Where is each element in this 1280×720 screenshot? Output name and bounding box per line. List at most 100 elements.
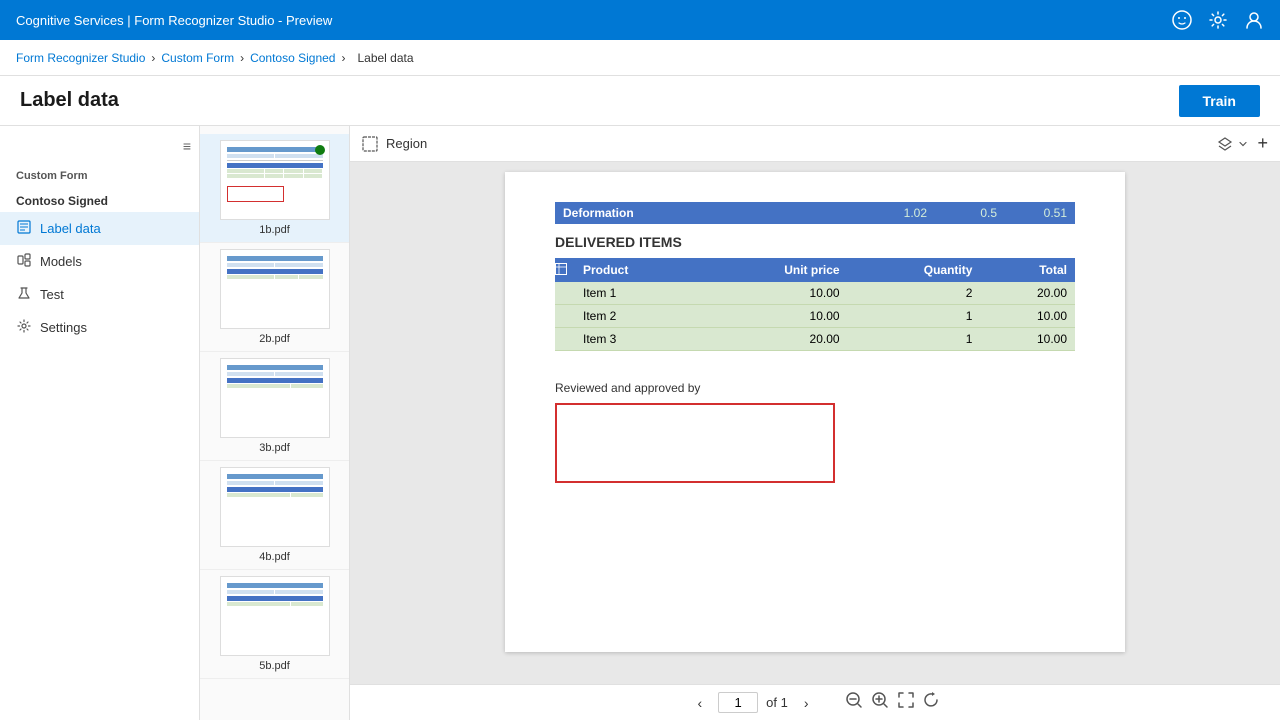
sidebar-item-label-data-label: Label data: [40, 221, 101, 236]
topbar-icons: [1172, 10, 1264, 30]
zoom-in-button[interactable]: [871, 691, 889, 714]
table-row-item1: Item 1 10.00 2 20.00: [555, 282, 1075, 305]
sidebar-item-models-label: Models: [40, 254, 82, 269]
region-toolbar-left: Region: [362, 136, 427, 152]
table-row-item1-qty: 2: [848, 282, 981, 305]
main-layout: ≡ Custom Form Contoso Signed Label data: [0, 126, 1280, 720]
document-scroll[interactable]: Deformation 1.02 0.5 0.51 DELIVERED ITEM…: [350, 162, 1280, 684]
table-header-total: Total: [980, 258, 1075, 282]
breadcrumb-custom-form[interactable]: Custom Form: [161, 51, 234, 65]
file-name-3b: 3b.pdf: [208, 442, 341, 454]
table-row-item3-total: 10.00: [980, 328, 1075, 351]
region-toolbar-right: +: [1217, 133, 1268, 154]
items-table: Product Unit price Quantity Total Item 1…: [555, 258, 1075, 351]
region-label: Region: [386, 136, 427, 151]
breadcrumb-sep-1: ›: [151, 51, 155, 65]
file-name-5b: 5b.pdf: [208, 660, 341, 672]
settings-icon[interactable]: [1208, 10, 1228, 30]
deformation-row: Deformation 1.02 0.5 0.51: [555, 202, 1075, 224]
table-row-item2-qty: 1: [848, 305, 981, 328]
file-item-3b[interactable]: 3b.pdf: [200, 352, 349, 461]
sidebar-item-test-label: Test: [40, 287, 64, 302]
next-page-button[interactable]: ›: [796, 691, 817, 715]
table-row-item2-price: 10.00: [701, 305, 848, 328]
table-row-item2: Item 2 10.00 1 10.00: [555, 305, 1075, 328]
chevron-down-icon: [1237, 138, 1249, 150]
table-row-item2-product: Item 2: [575, 305, 701, 328]
page-of-label: of 1: [766, 695, 788, 710]
topbar: Cognitive Services | Form Recognizer Stu…: [0, 0, 1280, 40]
table-header-quantity: Quantity: [848, 258, 981, 282]
layers-icon: [1217, 136, 1233, 152]
deformation-val-3: 0.51: [1017, 206, 1067, 220]
test-icon: [16, 286, 32, 303]
breadcrumb-label-data: Label data: [357, 51, 413, 65]
deformation-val-2: 0.5: [947, 206, 997, 220]
sidebar-item-settings-label: Settings: [40, 320, 87, 335]
page-header: Label data Train: [0, 76, 1280, 126]
reviewed-label: Reviewed and approved by: [555, 381, 1075, 395]
sidebar-item-label-data[interactable]: Label data: [0, 212, 199, 245]
fit-page-button[interactable]: [897, 691, 915, 714]
breadcrumb: Form Recognizer Studio › Custom Form › C…: [0, 40, 1280, 76]
sidebar-group-title: Custom Form: [0, 158, 199, 186]
sidebar-collapse-button[interactable]: ≡: [183, 138, 191, 154]
file-item-5b[interactable]: 5b.pdf: [200, 570, 349, 679]
breadcrumb-sep-3: ›: [341, 51, 345, 65]
table-row-item1-price: 10.00: [701, 282, 848, 305]
table-row-item2-icon: [555, 305, 575, 328]
file-list-panel: 1b.pdf: [200, 126, 350, 720]
train-button[interactable]: Train: [1179, 85, 1260, 117]
sidebar-item-test[interactable]: Test: [0, 278, 199, 311]
table-row-item2-total: 10.00: [980, 305, 1075, 328]
table-row-item3: Item 3 20.00 1 10.00: [555, 328, 1075, 351]
signature-box: [555, 403, 835, 483]
add-button[interactable]: +: [1257, 133, 1268, 154]
file-thumbnail-3b: [220, 358, 330, 438]
table-row-item3-product: Item 3: [575, 328, 701, 351]
zoom-out-button[interactable]: [845, 691, 863, 714]
document-page-2-partial: [505, 662, 1125, 674]
breadcrumb-form-recognizer[interactable]: Form Recognizer Studio: [16, 51, 145, 65]
table-row-item3-price: 20.00: [701, 328, 848, 351]
table-icon-header: [555, 258, 575, 282]
page-number-input[interactable]: [718, 692, 758, 713]
sidebar: ≡ Custom Form Contoso Signed Label data: [0, 126, 200, 720]
file-thumbnail-4b: [220, 467, 330, 547]
file-name-4b: 4b.pdf: [208, 551, 341, 563]
file-thumbnail-1b: [220, 140, 330, 220]
table-row-item3-qty: 1: [848, 328, 981, 351]
sidebar-item-settings[interactable]: Settings: [0, 311, 199, 344]
file-item-2b[interactable]: 2b.pdf: [200, 243, 349, 352]
page-title: Label data: [20, 89, 119, 112]
breadcrumb-contoso-signed[interactable]: Contoso Signed: [250, 51, 335, 65]
file-name-1b: 1b.pdf: [208, 224, 341, 236]
models-icon: [16, 253, 32, 270]
user-icon[interactable]: [1244, 10, 1264, 30]
rotate-button[interactable]: [923, 691, 941, 714]
emoji-icon[interactable]: [1172, 10, 1192, 30]
file-thumbnail-2b: [220, 249, 330, 329]
table-row-item1-product: Item 1: [575, 282, 701, 305]
prev-page-button[interactable]: ‹: [689, 691, 710, 715]
settings-sidebar-icon: [16, 319, 32, 336]
deformation-val-1: 1.02: [877, 206, 927, 220]
label-data-icon: [16, 220, 32, 237]
region-toolbar: Region +: [350, 126, 1280, 162]
sidebar-section-title: Contoso Signed: [0, 186, 199, 212]
layer-button[interactable]: [1217, 136, 1249, 152]
table-header-product: Product: [575, 258, 701, 282]
region-icon: [362, 136, 378, 152]
zoom-buttons: [845, 691, 941, 714]
delivered-items-title: DELIVERED ITEMS: [555, 234, 1075, 250]
file-thumbnail-5b: [220, 576, 330, 656]
document-viewer: Region + D: [350, 126, 1280, 720]
breadcrumb-sep-2: ›: [240, 51, 244, 65]
table-row-item3-icon: [555, 328, 575, 351]
sidebar-item-models[interactable]: Models: [0, 245, 199, 278]
file-item-1b[interactable]: 1b.pdf: [200, 134, 349, 243]
app-title: Cognitive Services | Form Recognizer Stu…: [16, 13, 332, 28]
table-row-item1-icon: [555, 282, 575, 305]
document-page-1: Deformation 1.02 0.5 0.51 DELIVERED ITEM…: [505, 172, 1125, 652]
file-item-4b[interactable]: 4b.pdf: [200, 461, 349, 570]
